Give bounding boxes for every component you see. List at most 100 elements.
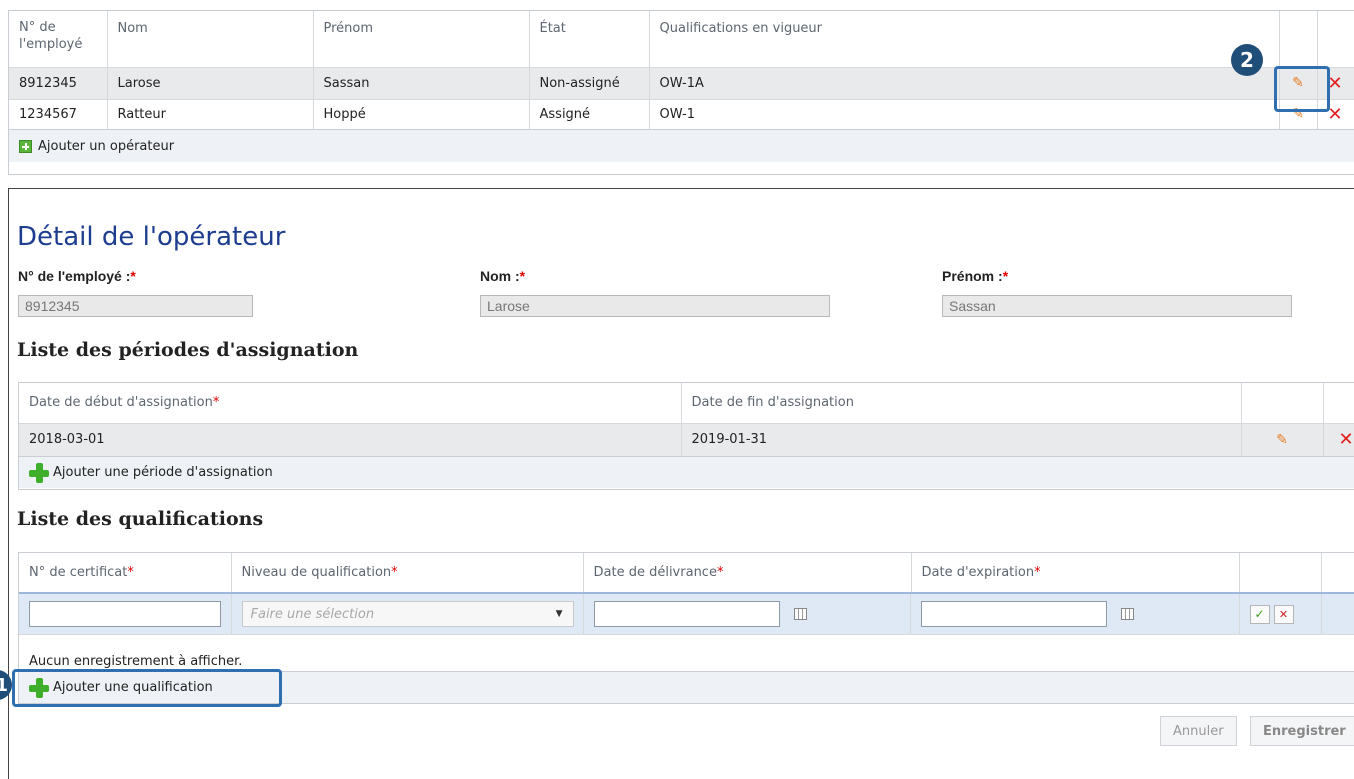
edit-button[interactable]: ✎ [1241,423,1324,456]
required-asterisk: * [130,268,136,284]
level-cell: Faire une sélection ▼ [231,593,584,635]
edit-highlight-box [1274,66,1330,112]
required-asterisk: * [127,565,134,580]
delete-button[interactable]: ✕ [1323,423,1354,456]
cell-end-date: 2019-01-31 [681,423,1242,456]
col-header-actions [1239,553,1322,593]
issue-header-text: Date de délivrance [593,565,717,580]
operators-grid: N° de l'employé Nom Prénom État Qualific… [8,10,1354,175]
empty-row: Aucun enregistrement à afficher. [19,634,1354,671]
level-select[interactable]: Faire une sélection ▼ [241,601,574,627]
cancel-button[interactable]: Annuler [1160,716,1237,746]
add-operator-label: Ajouter un opérateur [38,138,175,154]
save-button[interactable]: Enregistrer [1250,716,1354,746]
col-header-certificate: N° de certificat* [19,553,232,593]
col-header-employee-no: N° de l'employé [9,11,108,67]
calendar-icon[interactable] [1121,608,1134,620]
pencil-icon: ✎ [1276,431,1288,448]
qualifications-section-title: Liste des qualifications [17,508,264,530]
prenom-field: Sassan [942,295,1292,317]
nom-label-text: Nom : [480,268,520,284]
page-title: Détail de l'opérateur [17,222,286,252]
add-period-label: Ajouter une période d'assignation [53,465,273,480]
nom-field: Larose [480,295,830,317]
check-icon: ✓ [1254,607,1265,621]
cell-prenom: Sassan [313,67,530,99]
add-period-bar: Ajouter une période d'assignation [19,456,1354,488]
cell-etat: Assigné [529,99,650,129]
start-header-text: Date de début d'assignation [29,395,213,411]
cell-prenom: Hoppé [313,99,530,129]
cell-qualifications: OW-1 [649,99,1280,129]
callout-badge-2: 2 [1231,44,1263,76]
cell-etat: Non-assigné [529,67,650,99]
level-header-text: Niveau de qualification [241,565,392,580]
expiry-date-input[interactable] [921,601,1107,627]
table-row[interactable]: 2018-03-01 2019-01-31 ✎ ✕ [19,423,1354,456]
prenom-label-text: Prénom : [942,268,1003,284]
issue-date-cell [584,594,911,634]
col-header-issue-date: Date de délivrance* [583,553,912,593]
operators-header-row: N° de l'employé Nom Prénom État Qualific… [9,11,1354,67]
cell-employee-no: 1234567 [9,99,108,129]
qualifications-header-row: N° de certificat* Niveau de qualificatio… [19,553,1354,593]
col-header-end-date: Date de fin d'assignation [681,383,1242,423]
required-asterisk: * [1002,268,1009,284]
required-asterisk: * [391,565,398,580]
nom-label: Nom :* [480,268,525,284]
required-asterisk: * [716,565,724,580]
certificate-cell [19,593,232,635]
cell-start-date: 2018-03-01 [19,423,682,456]
add-qualification-highlight-box [12,669,282,707]
add-operator-bar: Ajouter un opérateur [9,129,1354,162]
expiry-header-text: Date d'expiration [921,565,1035,580]
col-header-blank [1321,553,1354,593]
cancel-button-label: Annuler [1173,723,1224,739]
col-header-start-date: Date de début d'assignation* [19,383,682,423]
periods-table: Date de début d'assignation* Date de fin… [19,383,1354,456]
cell-nom: Larose [107,67,314,99]
table-row[interactable]: 8912345 Larose Sassan Non-assigné OW-1A … [9,67,1354,99]
callout-number: 2 [1240,48,1254,72]
col-header-etat: État [529,11,650,67]
prenom-label: Prénom :* [942,268,1008,284]
operators-table: N° de l'employé Nom Prénom État Qualific… [9,11,1354,129]
cancel-row-button[interactable]: ✕ [1273,604,1294,624]
required-asterisk: * [1034,565,1041,580]
employee-no-label: N° de l'employé :* [18,268,136,284]
periods-section-title: Liste des périodes d'assignation [17,339,359,361]
add-period-button[interactable]: Ajouter une période d'assignation [29,462,273,483]
level-select-placeholder: Faire une sélection [250,606,375,622]
col-header-edit [1279,11,1318,67]
callout-number: 1 [0,674,8,696]
certificate-header-text: N° de certificat [29,565,128,580]
issue-date-input[interactable] [593,601,780,627]
table-row[interactable]: 1234567 Ratteur Hoppé Assigné OW-1 ✎ ✕ [9,99,1354,129]
empty-message: Aucun enregistrement à afficher. [29,653,243,669]
small-x-icon: ✕ [1278,607,1289,621]
periods-grid: Date de début d'assignation* Date de fin… [18,382,1354,490]
save-button-label: Enregistrer [1263,723,1346,739]
row-actions: ✓ ✕ [1249,604,1311,624]
plus-icon [19,139,32,153]
confirm-button[interactable]: ✓ [1249,604,1270,624]
expiry-date-cell [911,593,1240,635]
calendar-icon[interactable] [793,608,807,620]
expiry-date-wrapper [921,601,1229,627]
col-header-qualifications: Qualifications en vigueur [649,11,1280,67]
x-icon: ✕ [1338,429,1354,451]
qualification-edit-row: Faire une sélection ▼ ✓ ✕ [19,593,1354,635]
required-asterisk: * [212,395,220,411]
qualifications-table: N° de certificat* Niveau de qualificatio… [19,553,1354,671]
cell-nom: Ratteur [107,99,314,129]
employee-no-label-text: N° de l'employé : [18,268,131,284]
col-header-delete [1317,11,1354,67]
certificate-input[interactable] [29,601,221,627]
col-header-expiry-date: Date d'expiration* [911,553,1240,593]
periods-header-row: Date de début d'assignation* Date de fin… [19,383,1354,423]
chevron-down-icon: ▼ [555,609,563,619]
add-operator-button[interactable]: Ajouter un opérateur [19,139,174,154]
col-header-delete [1323,383,1354,423]
col-header-edit [1241,383,1324,423]
col-header-level: Niveau de qualification* [231,553,584,593]
